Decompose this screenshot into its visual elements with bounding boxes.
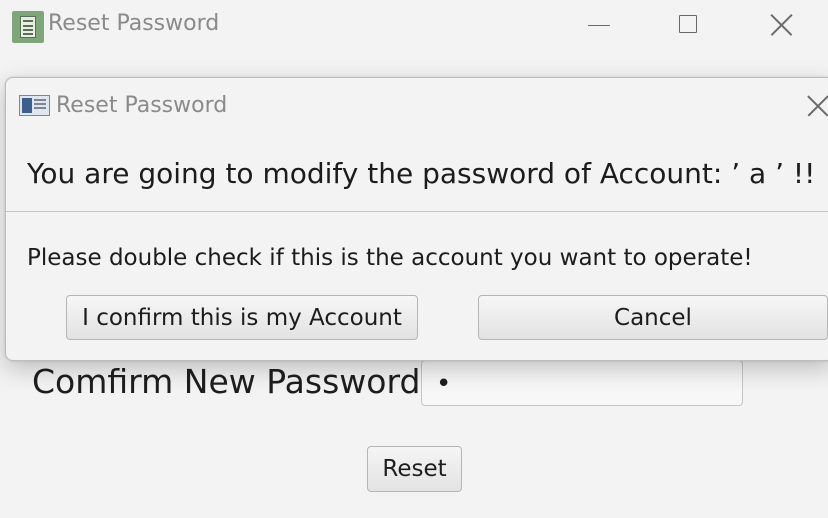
dialog-header-text: You are going to modify the password of …	[27, 157, 816, 190]
window-titlebar: Reset Password	[0, 0, 828, 52]
reset-button[interactable]: Reset	[367, 446, 462, 492]
dialog-content-text: Please double check if this is the accou…	[27, 245, 753, 271]
dialog-window-icon	[19, 95, 50, 116]
maximize-icon[interactable]	[666, 10, 712, 40]
dialog-close-icon[interactable]	[802, 92, 828, 120]
confirm-account-button[interactable]: I confirm this is my Account	[66, 295, 418, 340]
minimize-icon[interactable]	[576, 10, 622, 40]
close-icon[interactable]	[758, 10, 804, 40]
window-title: Reset Password	[48, 11, 220, 36]
confirm-password-field[interactable]: •	[421, 360, 743, 406]
dialog-divider	[6, 211, 828, 212]
dialog-title: Reset Password	[56, 93, 228, 118]
password-mask: •	[436, 369, 452, 399]
cancel-button[interactable]: Cancel	[478, 295, 828, 340]
calculator-icon	[12, 11, 44, 43]
confirm-password-label: Comfirm New Password:	[32, 362, 432, 401]
confirmation-dialog: Reset Password You are going to modify t…	[5, 77, 828, 361]
